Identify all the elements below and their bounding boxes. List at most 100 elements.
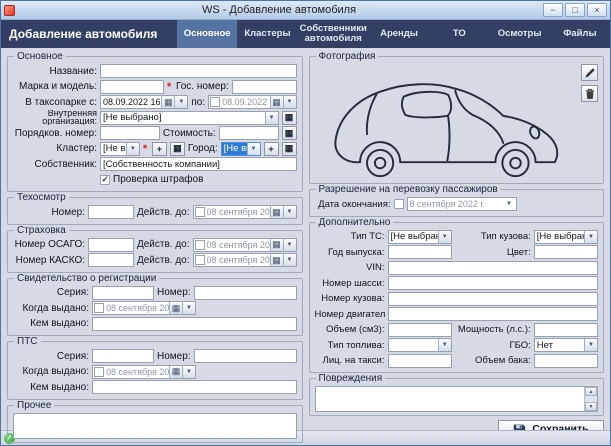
osago-number-input[interactable] <box>88 238 134 252</box>
gbo-combo[interactable]: Нет ▼ <box>534 338 598 352</box>
photo-canvas[interactable] <box>315 64 599 180</box>
city-combo[interactable]: [Не выбрано] ▼ <box>221 142 261 156</box>
close-button[interactable]: × <box>587 3 607 17</box>
osago-valid-datepicker[interactable]: 08 сентября 2022 ▦ ▼ <box>193 238 297 252</box>
tank-volume-input[interactable] <box>534 354 598 368</box>
cluster-add-button[interactable]: + <box>152 142 167 156</box>
taxi-license-label: Лиц. на такси: <box>315 355 385 366</box>
chevron-down-icon[interactable]: ▼ <box>584 231 597 243</box>
pts-issued-datepicker[interactable]: 08 сентября 2022 ▦ ▼ <box>92 365 196 379</box>
internal-org-combo[interactable]: [Не выбрано] ▼ <box>100 111 279 125</box>
fuel-type-combo[interactable]: ▼ <box>388 338 452 352</box>
cost-label: Стоимость: <box>163 128 216 139</box>
chassis-number-input[interactable] <box>388 276 599 290</box>
minimize-button[interactable]: − <box>543 3 563 17</box>
damage-scrollbar[interactable]: ▲ ▼ <box>584 387 597 411</box>
chevron-down-icon[interactable]: ▼ <box>438 231 451 243</box>
serial-number-input[interactable] <box>100 126 160 140</box>
chevron-down-icon[interactable]: ▼ <box>182 366 195 378</box>
taxi-park-to-datetimepicker[interactable]: 08.09.2022 16:40 ▦ ▼ <box>208 95 296 109</box>
internal-org-table-button[interactable]: ▦ <box>282 111 297 125</box>
color-input[interactable] <box>534 245 598 259</box>
calendar-grid-icon[interactable]: ▦ <box>161 96 174 108</box>
owner-input[interactable]: [Собственность компании] <box>100 157 297 171</box>
other-textarea[interactable] <box>13 413 297 439</box>
engine-volume-input[interactable] <box>388 323 452 337</box>
calendar-grid-icon[interactable]: ▦ <box>270 206 283 218</box>
calendar-grid-icon[interactable]: ▦ <box>169 302 182 314</box>
gov-number-input[interactable] <box>232 80 297 94</box>
chevron-down-icon[interactable]: ▼ <box>247 143 260 155</box>
pts-issued-value: 08 сентября 2022 <box>104 366 169 378</box>
engine-number-input[interactable] <box>388 307 599 321</box>
chevron-down-icon[interactable]: ▼ <box>503 198 516 210</box>
kasko-number-input[interactable] <box>88 253 134 267</box>
cert-issued-by-input[interactable] <box>92 317 297 331</box>
taxi-park-to-value: 08.09.2022 16:40 <box>220 96 269 108</box>
chevron-down-icon[interactable]: ▼ <box>438 339 451 351</box>
photo-delete-button[interactable] <box>581 85 598 102</box>
chevron-down-icon[interactable]: ▼ <box>283 206 296 218</box>
taxi-park-from-datetimepicker[interactable]: 08.09.2022 16:40 ▦ ▼ <box>100 95 188 109</box>
cost-input[interactable] <box>219 126 279 140</box>
inspection-number-input[interactable] <box>88 205 134 219</box>
tab-faily[interactable]: Файлы <box>550 20 610 48</box>
calendar-grid-icon[interactable]: ▦ <box>270 254 283 266</box>
calendar-grid-icon[interactable]: ▦ <box>270 96 283 108</box>
inspection-valid-checkbox[interactable] <box>195 207 205 217</box>
body-type-combo[interactable]: [Не выбрано] ▼ <box>534 230 598 244</box>
calendar-grid-icon[interactable]: ▦ <box>270 239 283 251</box>
chevron-down-icon[interactable]: ▼ <box>283 254 296 266</box>
calendar-grid-icon[interactable]: ▦ <box>169 366 182 378</box>
vin-input[interactable] <box>388 261 599 275</box>
scroll-up-button[interactable]: ▲ <box>585 387 597 396</box>
chevron-down-icon[interactable]: ▼ <box>174 96 187 108</box>
pts-issued-by-input[interactable] <box>92 380 297 394</box>
osago-valid-checkbox[interactable] <box>195 240 205 250</box>
city-table-button[interactable]: ▦ <box>282 142 297 156</box>
power-input[interactable] <box>534 323 598 337</box>
permit-end-datepicker[interactable]: 8 сентября 2022 г. ▼ <box>407 197 517 211</box>
damage-textarea[interactable] <box>316 387 585 411</box>
cert-issued-checkbox[interactable] <box>94 303 104 313</box>
maximize-button[interactable]: □ <box>565 3 585 17</box>
brand-model-input[interactable] <box>100 80 164 94</box>
year-input[interactable] <box>388 245 452 259</box>
chevron-down-icon[interactable]: ▼ <box>126 143 139 155</box>
tab-arendy[interactable]: Аренды <box>369 20 429 48</box>
fines-check-checkbox[interactable]: ✓ <box>100 175 110 185</box>
vehicle-type-combo[interactable]: [Не выбрано] ▼ <box>388 230 452 244</box>
cost-table-button[interactable]: ▦ <box>282 126 297 140</box>
chevron-down-icon[interactable]: ▼ <box>265 112 278 124</box>
cluster-combo[interactable]: [Не выбрано] ▼ <box>100 142 140 156</box>
tab-klastery[interactable]: Кластеры <box>237 20 297 48</box>
taxi-license-input[interactable] <box>388 354 452 368</box>
tab-sobstvenniki[interactable]: Собственники автомобиля <box>298 20 369 48</box>
photo-edit-button[interactable] <box>581 64 598 81</box>
name-input[interactable] <box>100 64 297 78</box>
cert-issued-datepicker[interactable]: 08 сентября 2022 ▦ ▼ <box>92 301 196 315</box>
chevron-down-icon[interactable]: ▼ <box>283 239 296 251</box>
tab-to[interactable]: ТО <box>429 20 489 48</box>
city-add-button[interactable]: + <box>264 142 279 156</box>
body-number-input[interactable] <box>388 292 599 306</box>
taxi-park-to-checkbox[interactable] <box>210 97 220 107</box>
group-damage-title: Повреждения <box>316 373 386 384</box>
inspection-valid-datepicker[interactable]: 08 сентября 2022 ▦ ▼ <box>193 205 297 219</box>
tab-osmotry[interactable]: Осмотры <box>489 20 549 48</box>
permit-end-date-checkbox[interactable] <box>394 199 404 209</box>
chevron-down-icon[interactable]: ▼ <box>182 302 195 314</box>
cert-series-input[interactable] <box>92 286 154 300</box>
scroll-down-button[interactable]: ▼ <box>585 402 597 411</box>
cluster-table-button[interactable]: ▦ <box>170 142 185 156</box>
kasko-valid-checkbox[interactable] <box>195 255 205 265</box>
pts-number-input[interactable] <box>194 349 297 363</box>
pts-issued-checkbox[interactable] <box>94 367 104 377</box>
chevron-down-icon[interactable]: ▼ <box>584 339 597 351</box>
tab-osnovnoe[interactable]: Основное <box>177 20 237 48</box>
chevron-down-icon[interactable]: ▼ <box>283 96 296 108</box>
group-tehosmotr: Техосмотр Номер: Действ. до: 08 сентября… <box>7 197 303 225</box>
kasko-valid-datepicker[interactable]: 08 сентября 2022 ▦ ▼ <box>193 253 297 267</box>
pts-series-input[interactable] <box>92 349 154 363</box>
cert-number-input[interactable] <box>194 286 297 300</box>
